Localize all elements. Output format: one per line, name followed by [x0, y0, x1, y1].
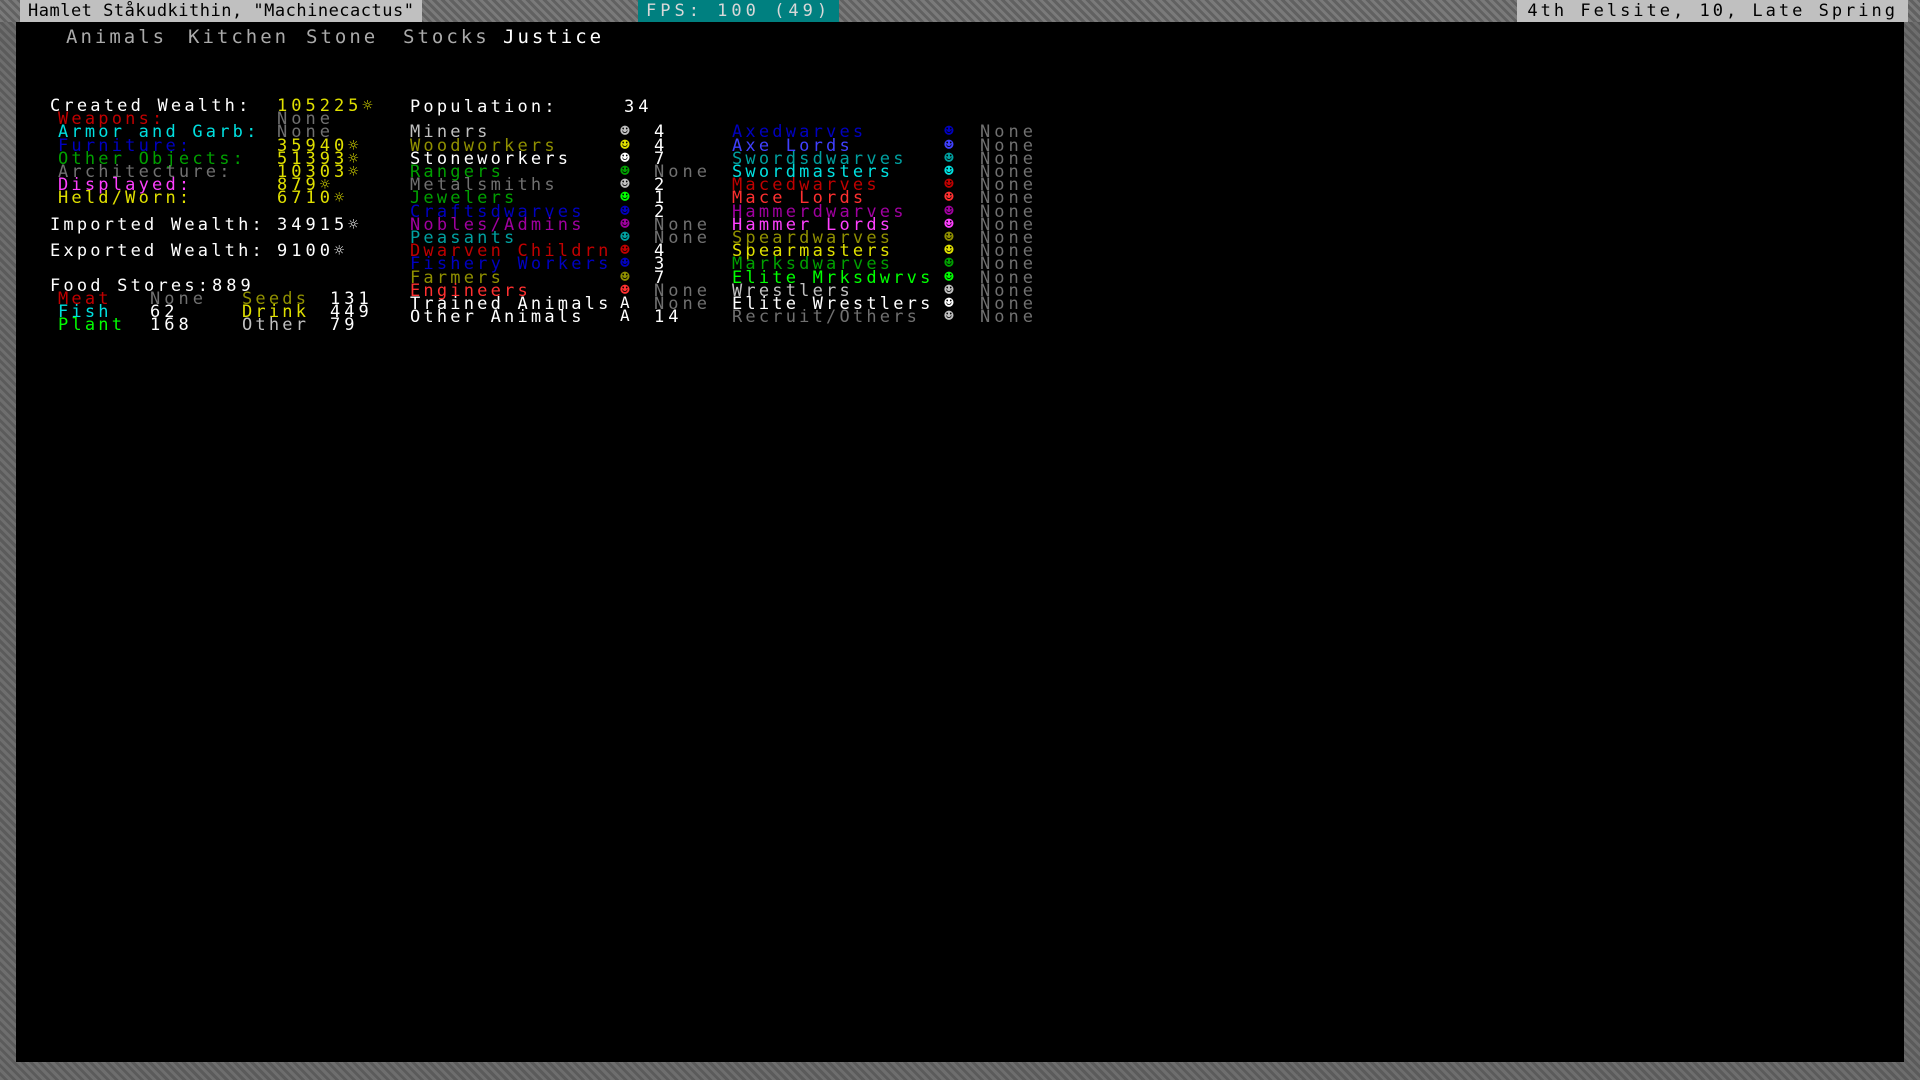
- in-game-date: 4th Felsite, 10, Late Spring: [1517, 0, 1908, 22]
- game-viewport: Created Wealth: 105225☼ Weapons: None Armor …: [16, 22, 1904, 1062]
- food-value-4: 168: [150, 315, 193, 336]
- menu-item-stone[interactable]: Stone: [306, 22, 378, 52]
- population-value: 34: [624, 97, 653, 118]
- menu-item-justice[interactable]: Justice: [503, 22, 604, 52]
- military-label-14: Recruit/Others: [732, 307, 921, 328]
- wealth-value-6: 6710☼: [277, 188, 349, 209]
- food-value-5: 79: [330, 315, 359, 336]
- profession-count-14: 14: [654, 307, 683, 328]
- menu-item-kitchen[interactable]: Kitchen: [188, 22, 289, 52]
- profession-label-14: Other Animals: [410, 307, 585, 328]
- fps-counter: FPS: 100 (49): [638, 0, 840, 22]
- menu-item-stocks[interactable]: Stocks: [403, 22, 490, 52]
- food-label-4: Plant: [58, 315, 126, 336]
- main-menu-bar: Animals Kitchen Stone Stocks Justice: [16, 22, 1904, 52]
- animal-glyph-icon: A: [620, 306, 630, 326]
- menu-item-animals[interactable]: Animals: [66, 22, 167, 52]
- imported-wealth-label: Imported Wealth:: [50, 214, 265, 235]
- imported-wealth-value: 34915☼: [277, 214, 363, 235]
- wealth-label-6: Held/Worn:: [58, 188, 193, 209]
- dwarf-glyph-icon: ☻: [944, 306, 954, 326]
- food-label-5: Other: [242, 315, 310, 336]
- exported-wealth-label: Exported Wealth:: [50, 241, 265, 262]
- exported-wealth-value: 9100☼: [277, 241, 349, 262]
- title-bar: Hamlet Ståkudkithin, "Machinecactus" FPS…: [0, 0, 1920, 22]
- population-label: Population:: [410, 97, 558, 118]
- fortress-title: Hamlet Ståkudkithin, "Machinecactus": [20, 0, 423, 22]
- game-window-frame: Created Wealth: 105225☼ Weapons: None Armor …: [0, 0, 1920, 1080]
- military-count-14: None: [980, 307, 1037, 328]
